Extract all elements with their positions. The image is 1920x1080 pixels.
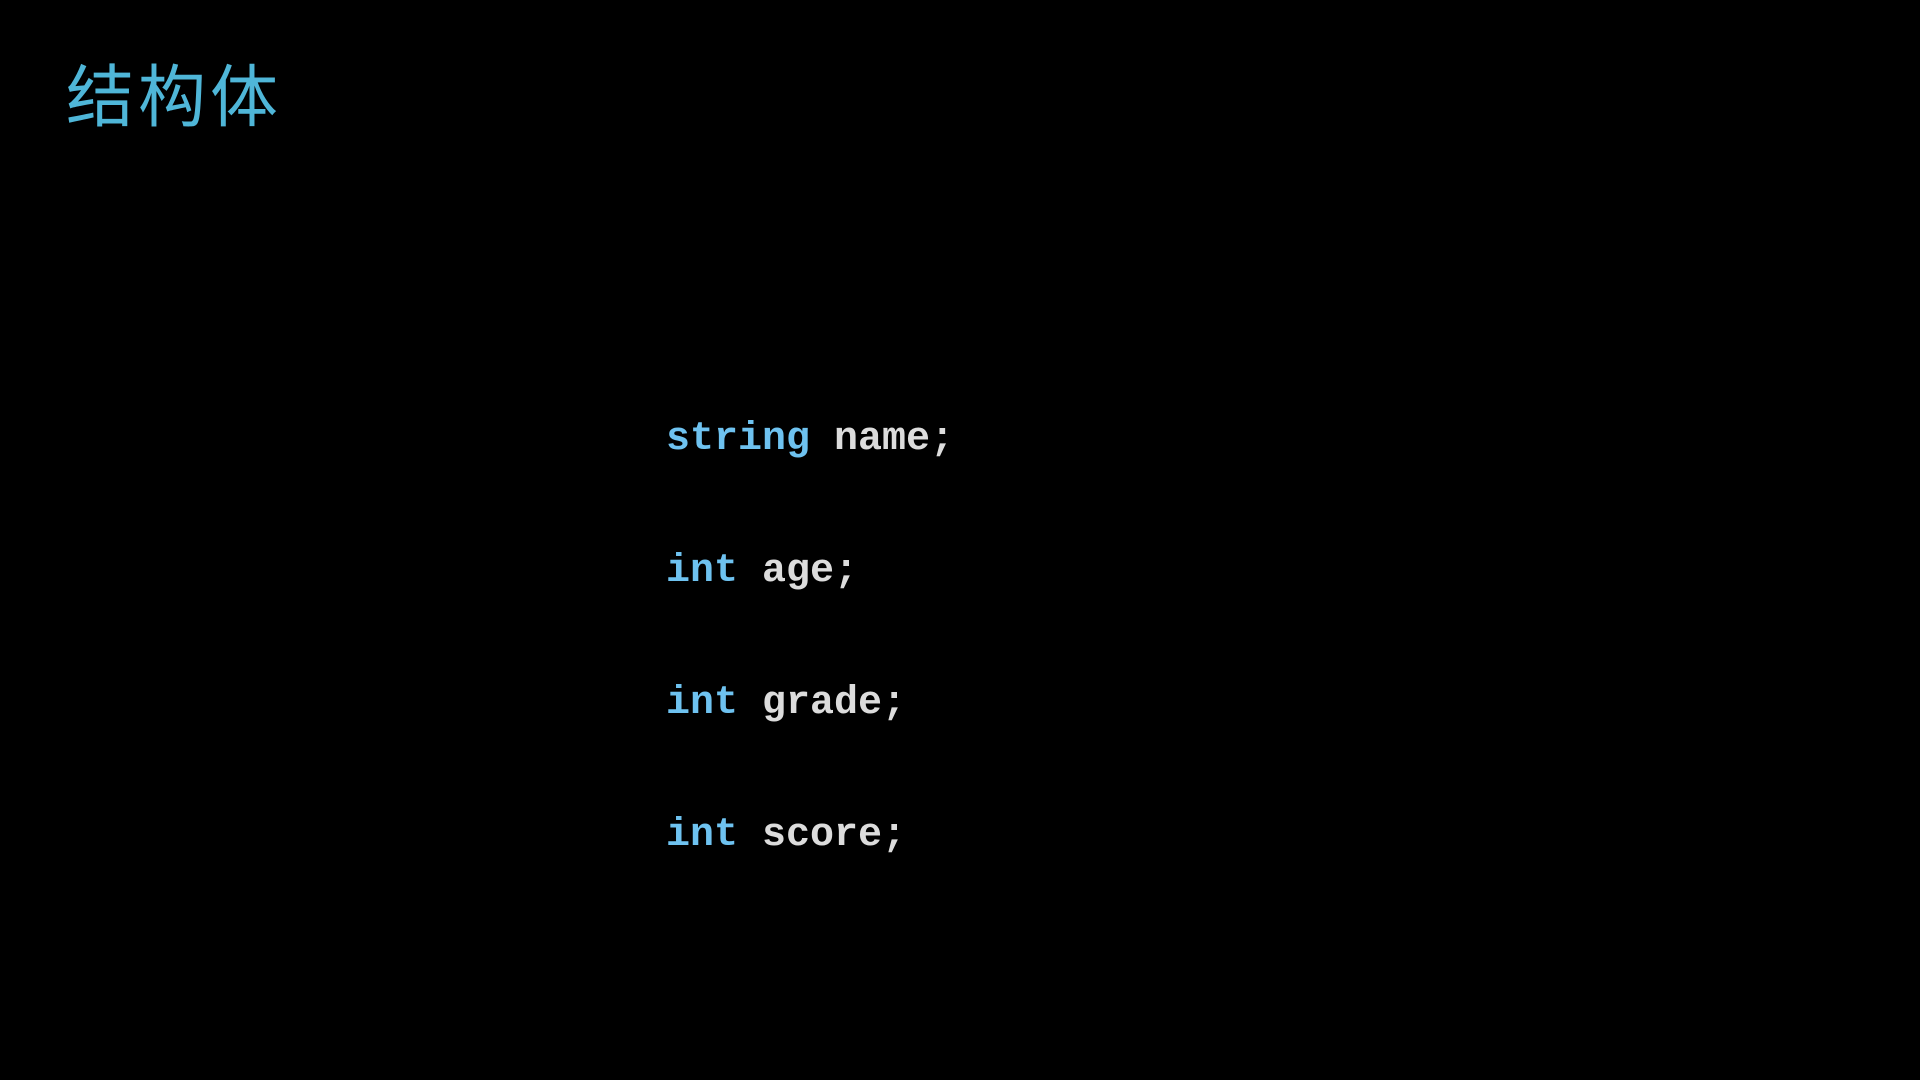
- type-keyword: string: [666, 417, 811, 462]
- slide-title: 结构体: [66, 59, 283, 138]
- field-identifier: grade;: [762, 681, 907, 726]
- code-line-name-declaration: string name;: [666, 412, 954, 468]
- type-keyword: int: [666, 681, 739, 726]
- slide: 结构体 string name; int age; int grade; int…: [0, 0, 1920, 1080]
- type-keyword: int: [666, 813, 739, 858]
- type-keyword: int: [666, 549, 739, 594]
- field-identifier: age;: [762, 549, 859, 594]
- field-identifier: score;: [762, 813, 907, 858]
- field-identifier: name;: [834, 417, 955, 462]
- code-line-age-declaration: int age;: [666, 544, 858, 600]
- code-line-grade-declaration: int grade;: [666, 676, 906, 732]
- code-line-score-declaration: int score;: [666, 808, 906, 864]
